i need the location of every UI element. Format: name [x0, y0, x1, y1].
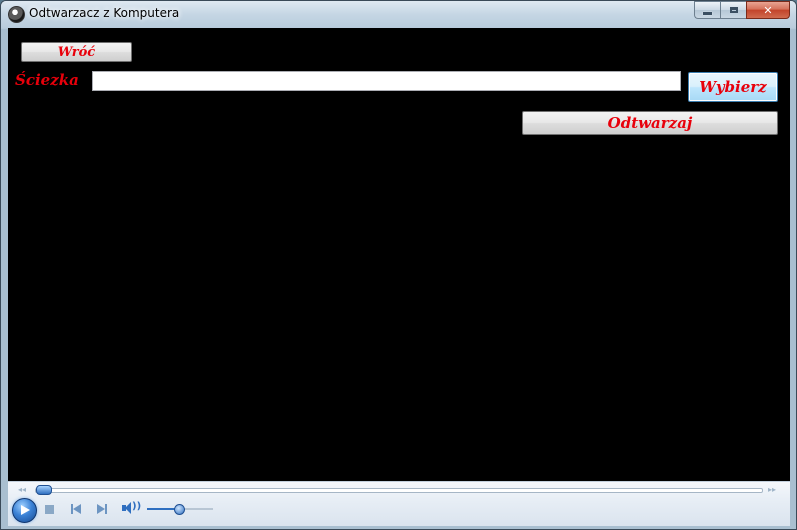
volume-wave-icon: )) [132, 501, 142, 512]
maximize-icon [729, 7, 738, 13]
minimize-button[interactable] [694, 1, 720, 19]
client-area: Wróć Ściezka Wybierz Odtwarzaj ◂◂ ▸▸ )) [8, 28, 790, 526]
seek-thumb[interactable] [36, 485, 52, 495]
close-icon: ✕ [763, 3, 773, 17]
back-button[interactable]: Wróć [21, 42, 132, 62]
stop-icon[interactable] [45, 505, 54, 514]
minimize-icon [703, 11, 712, 15]
app-icon[interactable] [8, 6, 25, 23]
path-input[interactable] [92, 71, 681, 91]
rewind-icon: ◂◂ [18, 485, 27, 494]
seek-bar[interactable] [35, 488, 763, 493]
app-window: Odtwarzacz z Komputera ✕ Wróć Ściezka Wy… [0, 0, 797, 530]
media-player-controls: ◂◂ ▸▸ )) [8, 481, 790, 526]
maximize-button[interactable] [720, 1, 746, 19]
window-controls: ✕ [694, 1, 790, 20]
previous-icon[interactable] [71, 504, 81, 514]
title-bar[interactable]: Odtwarzacz z Komputera ✕ [1, 1, 796, 28]
window-title: Odtwarzacz z Komputera [29, 6, 180, 20]
close-button[interactable]: ✕ [746, 1, 790, 19]
play-icon[interactable] [12, 498, 37, 523]
fast-forward-icon: ▸▸ [768, 485, 777, 494]
play-file-button[interactable]: Odtwarzaj [522, 111, 778, 135]
next-icon[interactable] [97, 504, 107, 514]
volume-thumb[interactable] [174, 504, 185, 515]
choose-button[interactable]: Wybierz [688, 72, 778, 102]
path-label: Ściezka [15, 71, 79, 89]
